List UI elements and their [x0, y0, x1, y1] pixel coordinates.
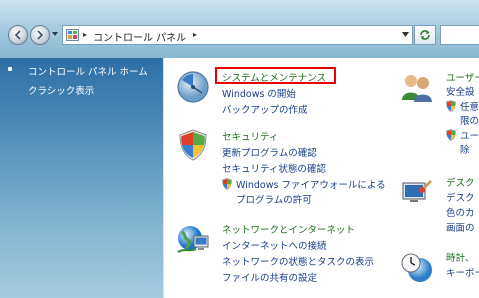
link-desktop-color[interactable]: 色のカ	[446, 205, 475, 219]
link-file-sharing[interactable]: ファイルの共有の設定	[222, 270, 317, 284]
highlight-frame	[215, 67, 336, 84]
link-user-security[interactable]: 安全設	[446, 84, 475, 98]
link-user-limit[interactable]: 限の	[460, 113, 479, 127]
breadcrumb-control-panel[interactable]: コントロール パネル	[93, 29, 186, 44]
category-network-internet[interactable]: ネットワークとインターネット	[222, 222, 355, 236]
link-windows-start[interactable]: Windows の開始	[222, 86, 296, 100]
sidebar: コントロール パネル ホーム クラシック表示	[0, 58, 163, 298]
link-firewall-allow[interactable]: Windows ファイアウォールによる	[236, 177, 386, 191]
link-desktop-screen[interactable]: 画面の	[446, 220, 475, 234]
back-arrow-icon	[14, 30, 21, 40]
link-check-updates[interactable]: 更新プログラムの確認	[222, 145, 317, 159]
recent-pages-chevron-icon[interactable]	[51, 30, 59, 38]
address-bar[interactable]: ▸ コントロール パネル ▸	[62, 25, 413, 45]
link-user-optional[interactable]: 任意	[460, 99, 479, 113]
link-user-remove[interactable]: ユー	[460, 128, 479, 142]
category-clock-language[interactable]: 時計、	[446, 250, 475, 264]
user-accounts-icon[interactable]	[400, 70, 434, 104]
desktop-appearance-icon[interactable]	[400, 176, 434, 210]
address-dropdown-icon[interactable]	[402, 32, 409, 37]
security-shield-icon[interactable]	[176, 128, 210, 162]
category-security[interactable]: セキュリティ	[222, 129, 278, 143]
link-firewall-allow-cont[interactable]: プログラムの許可	[236, 192, 312, 206]
breadcrumb-separator-icon: ▸	[83, 30, 88, 39]
refresh-button[interactable]	[414, 25, 436, 45]
refresh-icon	[420, 30, 430, 40]
clock-region-icon[interactable]	[400, 250, 434, 284]
sidebar-item-home[interactable]: コントロール パネル ホーム	[28, 64, 148, 78]
forward-arrow-icon	[37, 30, 44, 40]
category-desktop[interactable]: デスク	[446, 175, 475, 189]
link-connect-internet[interactable]: インターネットへの接続	[222, 238, 327, 252]
link-desktop-1[interactable]: デスク	[446, 190, 475, 204]
link-network-status[interactable]: ネットワークの状態とタスクの表示	[222, 254, 374, 268]
control-panel-icon	[66, 29, 79, 41]
link-security-status[interactable]: セキュリティ状態の確認	[222, 161, 326, 175]
search-input[interactable]	[440, 25, 479, 45]
toolbar: ▸ コントロール パネル ▸	[0, 0, 479, 58]
uac-shield-icon	[446, 129, 456, 141]
uac-shield-icon	[446, 100, 456, 112]
breadcrumb-separator-icon[interactable]: ▸	[193, 30, 197, 39]
back-button[interactable]	[8, 25, 28, 45]
link-create-backup[interactable]: バックアップの作成	[222, 102, 308, 116]
forward-button[interactable]	[30, 25, 50, 45]
category-user-accounts[interactable]: ユーザー	[446, 70, 479, 84]
link-keyboard[interactable]: キーボー	[446, 265, 479, 279]
link-user-remove-cont[interactable]: 除	[460, 142, 470, 156]
sidebar-item-classic-view[interactable]: クラシック表示	[28, 83, 94, 97]
system-maintenance-icon[interactable]	[176, 70, 210, 104]
network-globe-icon[interactable]	[176, 222, 210, 256]
bullet-icon	[8, 67, 12, 71]
uac-shield-icon	[222, 178, 232, 190]
